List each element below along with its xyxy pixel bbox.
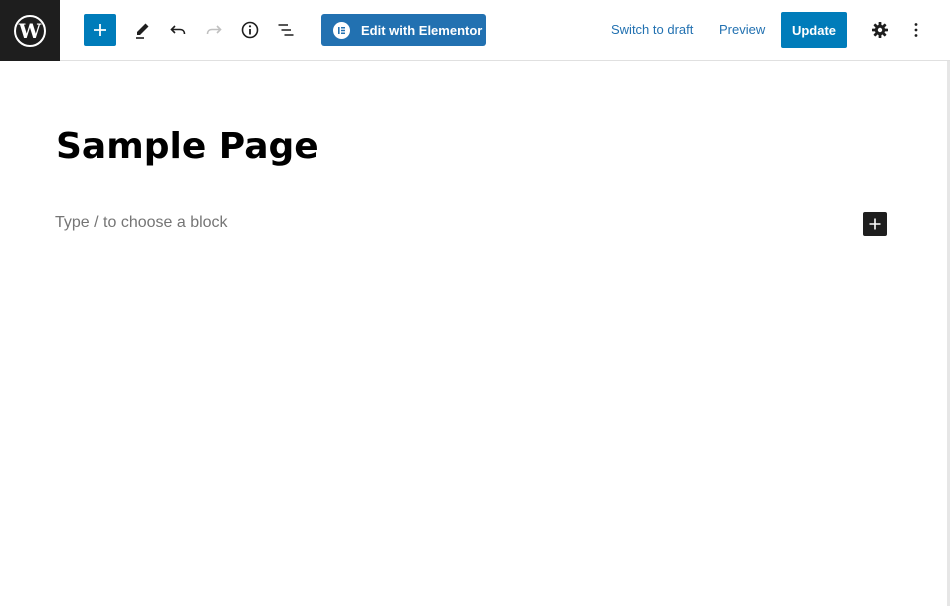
pencil-icon [136,23,149,39]
plus-icon [869,218,881,230]
gear-icon [872,22,888,38]
block-appender-placeholder[interactable]: Type / to choose a block [55,214,228,232]
tools-button[interactable] [126,14,158,46]
add-block-button[interactable] [863,212,887,236]
edit-with-elementor-button[interactable]: Edit with Elementor [321,14,486,46]
settings-button[interactable] [864,14,896,46]
info-icon [241,21,259,39]
options-menu-button[interactable] [900,14,932,46]
redo-icon [206,25,222,35]
block-inserter-toggle[interactable] [84,14,116,46]
more-vertical-icon [914,23,918,37]
plus-icon [94,24,106,36]
preview-button[interactable]: Preview [719,14,765,46]
list-view-button[interactable] [270,14,302,46]
details-button[interactable] [234,14,266,46]
wordpress-logo[interactable]: W [0,0,60,61]
elementor-button-label: Edit with Elementor [361,22,483,38]
svg-text:W: W [18,19,42,43]
undo-button[interactable] [162,14,194,46]
redo-button[interactable] [198,14,230,46]
switch-to-draft-button[interactable]: Switch to draft [611,14,693,46]
undo-icon [170,25,186,35]
page-title[interactable]: Sample Page [56,126,319,167]
editor-header: W Edit with Elementor Switch to draft Pr… [0,0,950,61]
elementor-icon [333,21,350,39]
update-button[interactable]: Update [781,12,847,48]
wordpress-icon: W [14,14,46,47]
list-view-icon [278,24,294,36]
